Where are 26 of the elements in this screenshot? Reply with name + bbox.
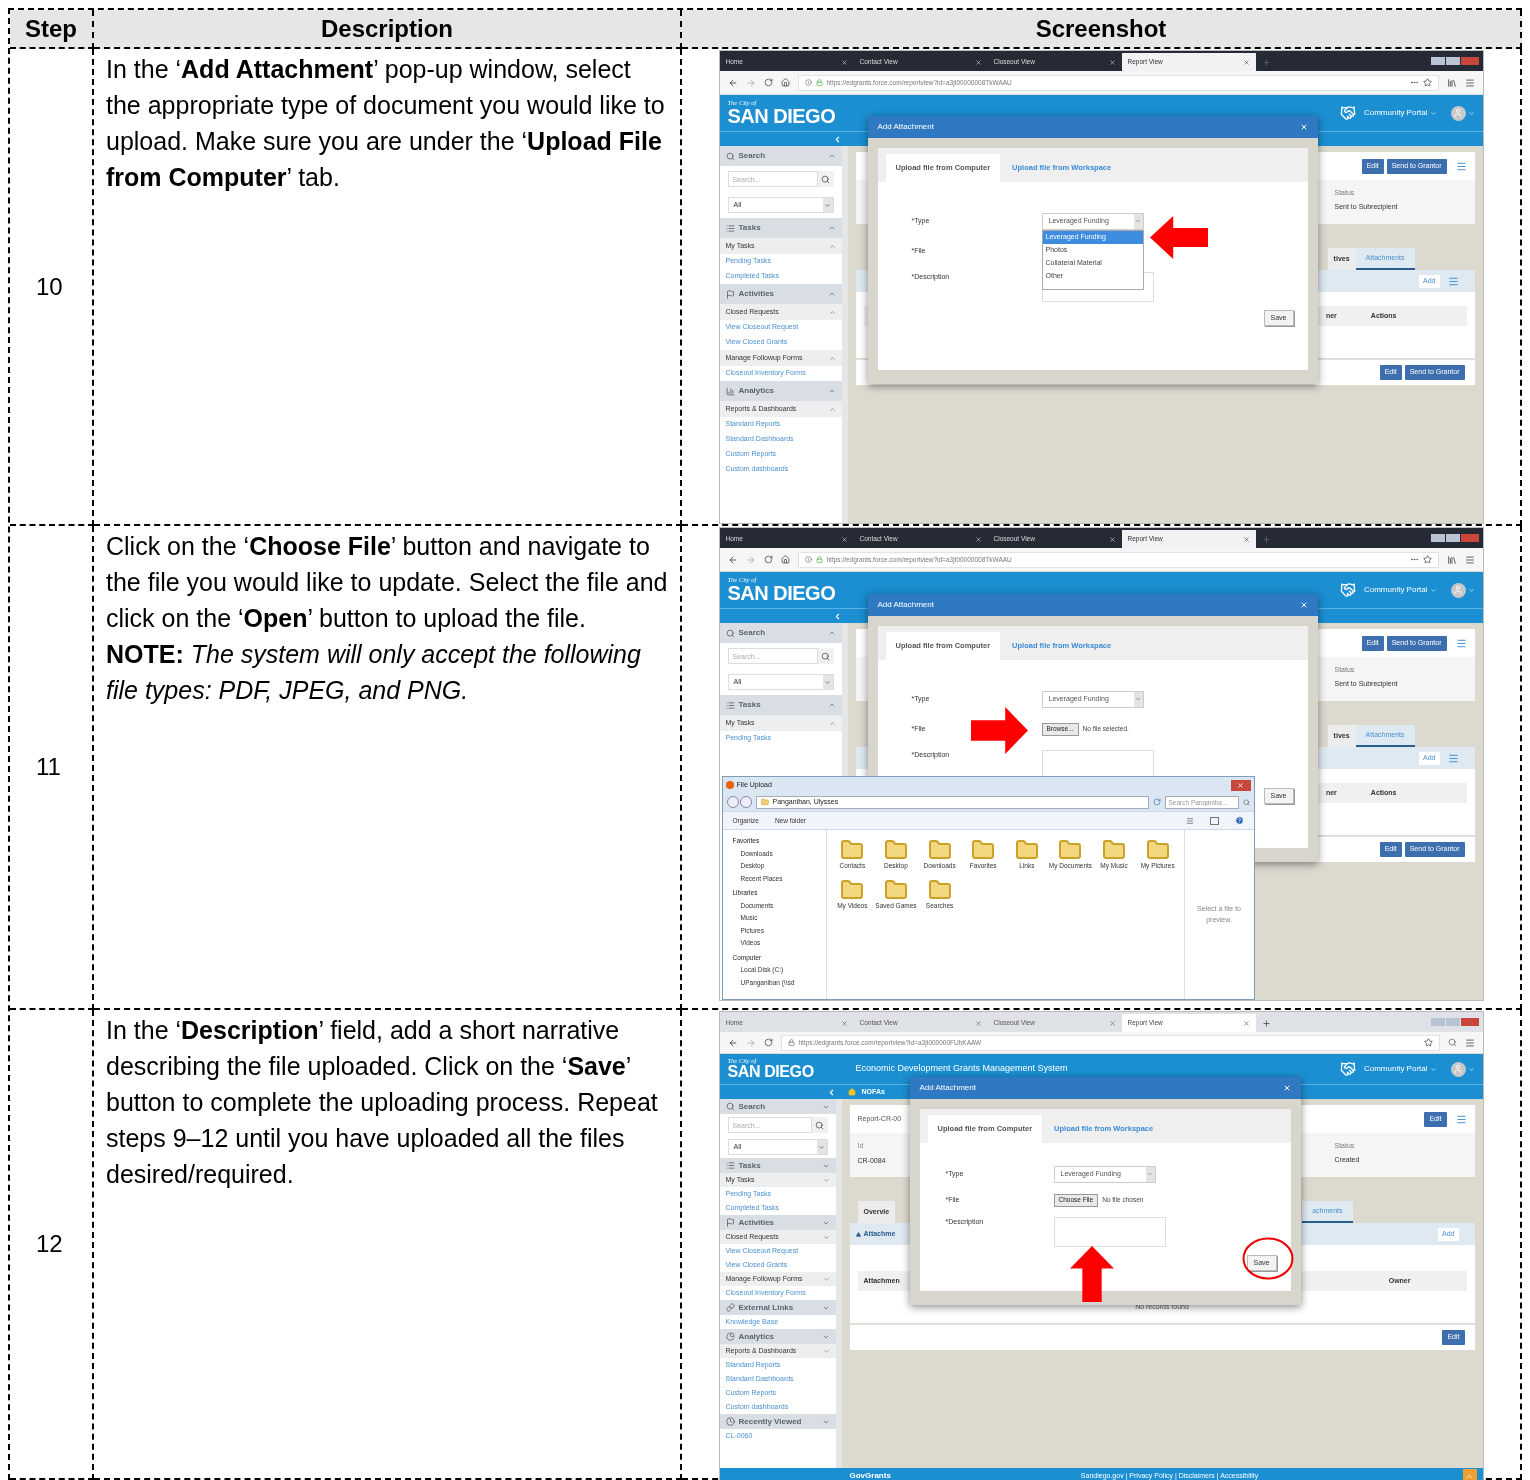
section-title: External Links bbox=[738, 1301, 795, 1314]
step-description: In the ‘Description’ field, add a short narrative describing the file uploaded. Click on the ‘Save’ button to complete the uploading process. Repeat steps 9–12 until you have uploaded all the files desired/required. bbox=[106, 1015, 659, 1190]
section-title: Recently Viewed bbox=[738, 1415, 803, 1428]
column-header: Screenshot bbox=[682, 10, 1522, 49]
column-header: Description bbox=[94, 10, 682, 49]
step-number: 11 bbox=[36, 752, 61, 782]
column-header: Step bbox=[10, 10, 94, 49]
dialog-title: Add Attachment bbox=[877, 599, 934, 611]
section-title: Tasks bbox=[738, 699, 762, 711]
step-number: 12 bbox=[36, 1229, 63, 1259]
section-title: Search bbox=[738, 150, 767, 162]
brand-logo: GovGrants bbox=[849, 1470, 891, 1480]
section-title: Tasks bbox=[738, 222, 762, 234]
section-title: Activities bbox=[738, 288, 776, 300]
dialog-title: Add Attachment bbox=[919, 1082, 976, 1094]
section-title: Search bbox=[738, 627, 767, 639]
section-title: Analytics bbox=[738, 1330, 776, 1343]
system-title: Economic Development Grants Management System bbox=[855, 1062, 1068, 1076]
section-title: Search bbox=[738, 1100, 767, 1113]
section-title: Analytics bbox=[738, 385, 776, 397]
section-title: Tasks bbox=[738, 1159, 762, 1172]
dialog-title: Add Attachment bbox=[877, 121, 934, 133]
step-description: In the ‘Add Attachment’ pop-up window, select the appropriate type of document you would like to upload. Make sure you are under the ‘Upload File from Computer’ tab. bbox=[106, 54, 666, 193]
section-title: Activities bbox=[738, 1216, 776, 1229]
step-number: 10 bbox=[36, 271, 63, 302]
step-description: Click on the ‘Choose File’ button and navigate to the file you would like to update. Select the file and click on the ‘Open’ button to upload the file. NOTE: The system will only accept the following file types: PDF, JPEG, and PNG. bbox=[106, 531, 668, 706]
